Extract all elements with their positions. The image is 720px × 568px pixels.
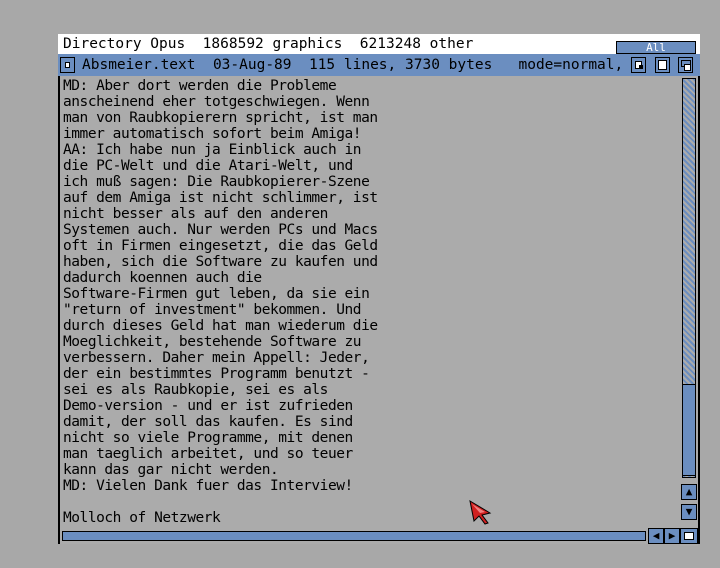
text-line: ich muß sagen: Die Raubkopierer-Szene — [63, 174, 370, 190]
vertical-scrollbar[interactable]: ▲ ▼ — [680, 76, 698, 546]
text-line: kann das gar nicht werden. — [63, 462, 279, 478]
text-line: man von Raubkopierern spricht, ist man — [63, 110, 378, 126]
text-line: Software-Firmen gut leben, da sie ein — [63, 286, 370, 302]
text-line: damit, der soll das kaufen. Es sind — [63, 414, 353, 430]
text-line: "return of investment" bekommen. Und — [63, 302, 362, 318]
text-viewer-window: Absmeier.text 03-Aug-89 115 lines, 3730 … — [58, 54, 700, 546]
text-line: nicht besser als auf den anderen — [63, 206, 328, 222]
document-text: MD: Aber dort werden die Probleme anschei… — [63, 78, 673, 526]
text-line: Moeglichkeit, bestehende Software zu — [63, 334, 362, 350]
text-line: dadurch koennen auch die — [63, 270, 262, 286]
text-line: haben, sich die Software zu kaufen und — [63, 254, 378, 270]
screen-depth-label: All — [616, 41, 696, 54]
iconify-gadget-icon[interactable] — [655, 57, 670, 73]
mouse-pointer-icon — [469, 499, 492, 525]
text-line: Systemen auch. Nur werden PCs und Macs — [63, 222, 378, 238]
text-line: verbessern. Daher mein Appell: Jeder, — [63, 350, 370, 366]
screen-depth-gadget[interactable]: All — [614, 34, 700, 54]
text-line: immer automatisch sofort beim Amiga! — [63, 126, 362, 142]
vertical-scroll-knob[interactable] — [682, 384, 696, 476]
horizontal-scroll-knob[interactable] — [62, 531, 646, 541]
text-line: sei es als Raubkopie, sei es als — [63, 382, 328, 398]
text-line: Demo-version - und er ist zufrieden — [63, 398, 353, 414]
horizontal-scrollbar[interactable]: ◀ ▶ — [60, 528, 680, 544]
text-line: MD: Vielen Dank fuer das Interview! — [63, 478, 353, 494]
text-line: durch dieses Geld hat man wiederum die — [63, 318, 378, 334]
scroll-down-arrow-icon[interactable]: ▼ — [681, 504, 697, 520]
resize-gadget-icon[interactable] — [680, 528, 698, 544]
scroll-left-arrow-icon[interactable]: ◀ — [648, 528, 664, 544]
text-line: die PC-Welt und die Atari-Welt, und — [63, 158, 353, 174]
scroll-up-arrow-icon[interactable]: ▲ — [681, 484, 697, 500]
text-line: man taeglich arbeitet, und so teuer — [63, 446, 353, 462]
screen-title-bar: Directory Opus 1868592 graphics 6213248 … — [58, 34, 616, 54]
window-title: Absmeier.text 03-Aug-89 115 lines, 3730 … — [82, 57, 620, 73]
text-line: der ein bestimmtes Programm benutzt - — [63, 366, 370, 382]
text-line: auf dem Amiga ist nicht schlimmer, ist — [63, 190, 378, 206]
text-line: MD: Aber dort werden die Probleme — [63, 78, 337, 94]
scroll-right-arrow-icon[interactable]: ▶ — [664, 528, 680, 544]
window-title-bar[interactable]: Absmeier.text 03-Aug-89 115 lines, 3730 … — [58, 54, 700, 76]
depth-gadget-icon[interactable] — [678, 57, 693, 73]
text-line: oft in Firmen eingesetzt, die das Geld — [63, 238, 378, 254]
text-line: anscheinend eher totgeschwiegen. Wenn — [63, 94, 370, 110]
text-line — [63, 494, 673, 510]
text-content-area[interactable]: MD: Aber dort werden die Probleme anschei… — [60, 76, 680, 528]
text-line: AA: Ich habe nun ja Einblick auch in — [63, 142, 362, 158]
text-line: Molloch of Netzwerk — [63, 510, 221, 526]
close-gadget-icon[interactable] — [60, 57, 75, 73]
zoom-gadget-icon[interactable] — [631, 57, 646, 73]
text-line: nicht so viele Programme, mit denen — [63, 430, 353, 446]
